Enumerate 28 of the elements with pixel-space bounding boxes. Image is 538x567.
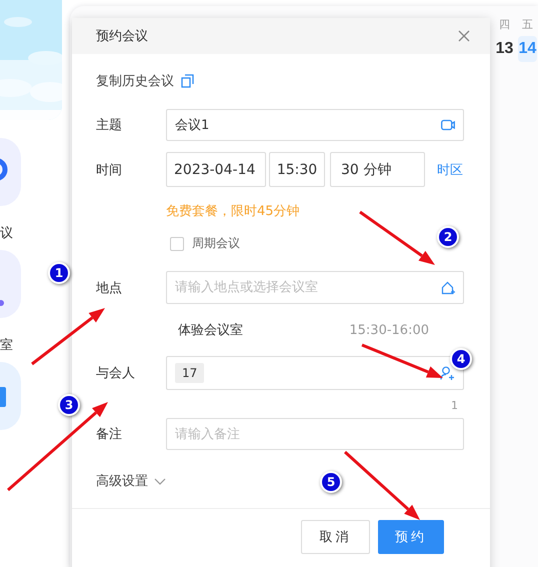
room-name[interactable]: 体验会议室 <box>178 321 243 339</box>
field-label: 时间 <box>96 162 123 178</box>
room-time: 15:30-16:00 <box>349 322 429 338</box>
subject-field[interactable]: 会议1 <box>166 109 464 141</box>
location-field[interactable]: 请输入地点或选择会议室 <box>166 271 464 304</box>
field-label: 备注 <box>96 426 123 443</box>
step-badge: 1 <box>48 262 70 284</box>
notes-field[interactable]: 请输入备注 <box>166 418 464 450</box>
step-badge: 3 <box>58 394 80 416</box>
time-field[interactable]: 15:30 <box>269 152 325 187</box>
plan-notice: 免费套餐，限时45分钟 <box>166 203 301 221</box>
checkbox-label: 周期会议 <box>192 235 240 252</box>
duration-field[interactable]: 30 分钟 <box>330 152 425 187</box>
date-field[interactable]: 2023-04-14 <box>166 152 266 187</box>
field-label: 地点 <box>96 280 123 296</box>
field-label: 与会人 <box>96 365 136 382</box>
sidebar-label: 议 <box>0 226 14 242</box>
dialog-title: 预约会议 <box>96 28 148 45</box>
cancel-button[interactable]: 取消 <box>301 520 370 554</box>
advanced-settings-toggle[interactable]: 高级设置 <box>96 472 148 490</box>
attendee-count: 1 <box>450 399 458 413</box>
weekday-label: 五 <box>522 17 533 33</box>
copy-history-link[interactable]: 复制历史会议 <box>96 72 174 90</box>
sidebar-label: 室 <box>0 338 14 354</box>
attendee-chip[interactable]: 17 <box>175 363 204 383</box>
field-label: 主题 <box>96 117 123 134</box>
weekday-label: 四 <box>499 17 510 33</box>
calendar-date[interactable]: 13 <box>494 36 514 62</box>
